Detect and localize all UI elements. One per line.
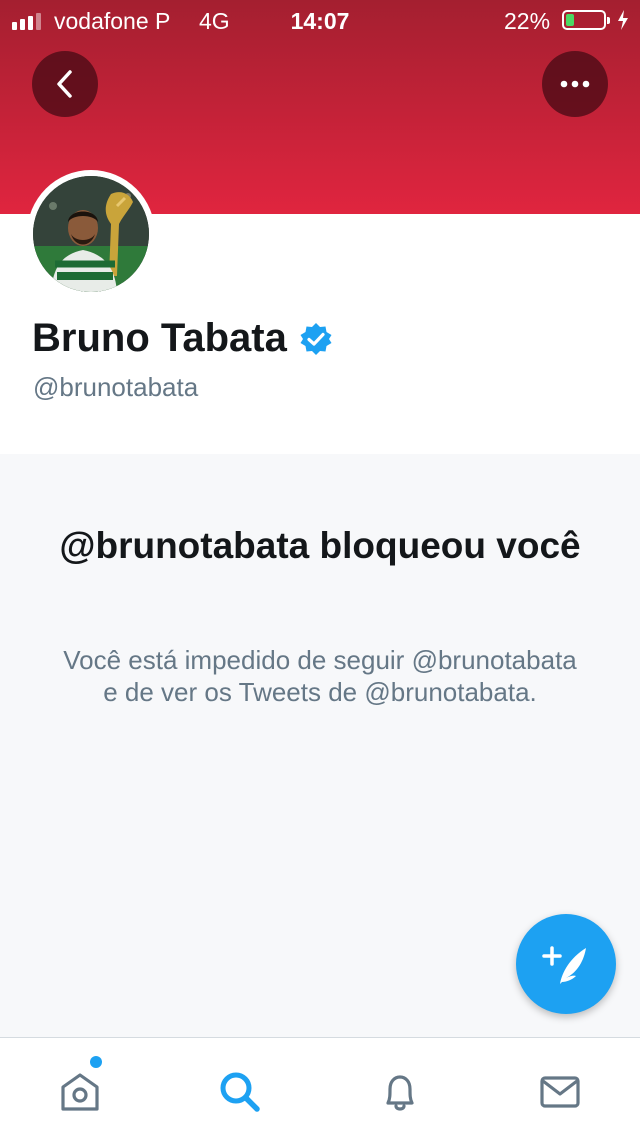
status-bar: vodafone P 4G 14:07 22%	[0, 0, 640, 40]
back-button[interactable]	[32, 51, 98, 117]
compose-tweet-icon	[542, 946, 586, 984]
avatar-photo	[33, 176, 149, 292]
bell-icon	[386, 1075, 414, 1111]
battery-percent: 22%	[504, 8, 551, 34]
profile-name: Bruno Tabata	[32, 316, 333, 361]
profile-name-text: Bruno Tabata	[32, 316, 287, 360]
verified-badge-icon	[300, 322, 332, 355]
more-options-button[interactable]	[542, 51, 608, 117]
search-icon	[220, 1072, 260, 1112]
blocked-message: Você está impedido de seguir @brunotabat…	[63, 645, 577, 707]
tab-notifications[interactable]	[370, 1062, 430, 1122]
blocked-title: @brunotabata bloqueou você	[59, 525, 581, 566]
profile-handle: @brunotabata	[33, 372, 199, 402]
tab-home[interactable]	[50, 1062, 110, 1122]
battery-icon	[562, 10, 610, 30]
tab-messages[interactable]	[530, 1062, 590, 1122]
chevron-left-icon	[57, 70, 72, 98]
charging-bolt-icon	[618, 10, 628, 30]
home-icon	[61, 1073, 99, 1111]
tab-bar	[0, 1037, 640, 1136]
more-horizontal-icon	[560, 80, 590, 88]
mail-icon	[540, 1076, 580, 1108]
avatar[interactable]	[27, 170, 155, 298]
home-notification-dot	[90, 1056, 102, 1068]
compose-tweet-button[interactable]	[516, 914, 616, 1014]
tab-search[interactable]	[210, 1062, 270, 1122]
